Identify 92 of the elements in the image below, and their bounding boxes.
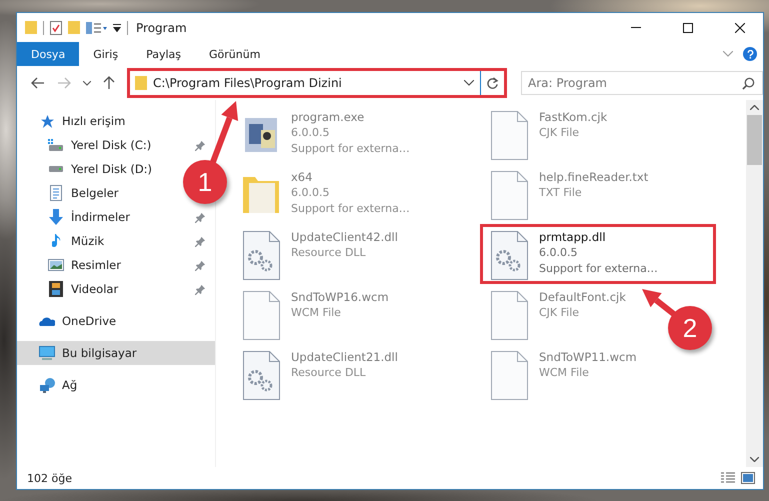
- chevron-icon[interactable]: [723, 51, 733, 57]
- close-icon: [735, 22, 745, 32]
- file-detail: WCM File: [291, 305, 341, 321]
- ribbon-tab[interactable]: Görünüm: [195, 42, 274, 66]
- network-icon: [40, 378, 54, 392]
- nav-item[interactable]: Yerel Disk (C:): [17, 133, 156, 157]
- pin-icon[interactable]: [195, 284, 206, 294]
- refresh-icon: [486, 76, 499, 90]
- nav-item[interactable]: Resimler: [17, 253, 125, 277]
- nav-item[interactable]: Belgeler: [17, 181, 123, 205]
- search-field[interactable]: Ara: Program: [521, 71, 763, 95]
- drive-icon: [49, 166, 63, 172]
- details-view-icon[interactable]: [721, 472, 735, 484]
- drive-icon: [48, 139, 64, 151]
- forward-arrow-icon: [57, 77, 71, 89]
- nav-item[interactable]: Müzik: [17, 229, 108, 253]
- ribbon-tab[interactable]: Giriş: [79, 42, 132, 66]
- back-arrow-icon: [31, 77, 45, 89]
- star-icon: [40, 114, 54, 128]
- address-bar[interactable]: C:\Program Files\Program Dizini: [129, 70, 505, 96]
- gear-file-icon: [242, 230, 280, 280]
- file-detail: Resource DLL: [291, 245, 366, 261]
- view-icon[interactable]: [86, 22, 107, 34]
- file-icon: [242, 290, 280, 340]
- cloud-icon: [39, 316, 55, 326]
- arrow: [210, 101, 238, 164]
- folder-icon: [135, 76, 147, 90]
- maximize-icon: [683, 22, 693, 32]
- ribbon-tab[interactable]: Dosya: [17, 42, 80, 66]
- file-detail: Support for externa…: [291, 141, 410, 157]
- pin-icon[interactable]: [195, 236, 206, 246]
- up-arrow-icon: [103, 76, 115, 90]
- file-detail: Support for externa…: [539, 261, 658, 277]
- monitor-icon: [39, 346, 55, 360]
- pin-icon[interactable]: [195, 212, 206, 222]
- file-detail: 6.0.0.5: [291, 185, 330, 201]
- file-detail: TXT File: [539, 185, 582, 201]
- tiles-view-icon[interactable]: [741, 472, 755, 484]
- properties-icon[interactable]: [50, 20, 62, 34]
- dropdown-icon[interactable]: [464, 80, 474, 86]
- chevron-icon: [83, 80, 91, 86]
- file-icon: [490, 110, 528, 160]
- file-icon: [490, 290, 528, 340]
- file-name: SndToWP16.wcm: [291, 289, 389, 305]
- file-name: x64: [291, 169, 312, 185]
- address-path: C:\Program Files\Program Dizini: [153, 76, 342, 90]
- file-detail: 6.0.0.5: [291, 125, 330, 141]
- file-name: UpdateClient42.dll: [291, 229, 398, 245]
- file-name: SndToWP11.wcm: [539, 349, 637, 365]
- file-detail: Support for externa…: [291, 201, 410, 217]
- caret-down-icon: [750, 457, 759, 462]
- pin-icon[interactable]: [195, 140, 206, 150]
- nav-item[interactable]: Ağ: [17, 373, 82, 397]
- nav-item[interactable]: İndirmeler: [17, 205, 134, 229]
- picture-icon: [48, 259, 64, 271]
- nav-item[interactable]: Videolar: [17, 277, 122, 301]
- gear-file-icon: [242, 350, 280, 400]
- scroll-thumb[interactable]: [747, 115, 762, 165]
- dropdown-icon[interactable]: [113, 24, 121, 32]
- nav-item[interactable]: OneDrive: [17, 309, 120, 333]
- nav-item[interactable]: Yerel Disk (D:): [17, 157, 156, 181]
- film-icon: [49, 281, 63, 297]
- file-detail: Resource DLL: [291, 365, 366, 381]
- caret-up-icon: [750, 105, 759, 110]
- music-note-icon: [52, 234, 60, 248]
- file-tile[interactable]: prmtapp.dll 6.0.0.5 Support for externa…: [480, 224, 716, 284]
- gear-file-icon: [490, 230, 528, 280]
- file-icon: [490, 350, 528, 400]
- search-icon: [742, 77, 755, 90]
- file-name: FastKom.cjk: [539, 109, 608, 125]
- help-icon[interactable]: [743, 47, 757, 61]
- file-detail: WCM File: [539, 365, 589, 381]
- item-count: 102 öğe: [27, 472, 72, 484]
- pin-icon[interactable]: [195, 260, 206, 270]
- minimize-icon: [631, 27, 641, 28]
- file-icon: [490, 170, 528, 220]
- ribbon-tab[interactable]: Paylaş: [132, 42, 195, 66]
- window-title: Program: [136, 20, 187, 34]
- file-name: program.exe: [291, 109, 364, 125]
- file-detail: CJK File: [539, 305, 580, 321]
- file-name: UpdateClient21.dll: [291, 349, 398, 365]
- file-name: prmtapp.dll: [539, 229, 606, 245]
- document-icon: [50, 185, 62, 201]
- file-detail: 6.0.0.5: [539, 245, 578, 261]
- file-name: help.fineReader.txt: [539, 169, 648, 185]
- download-icon: [49, 209, 63, 225]
- nav-item[interactable]: Hızlı erişim: [17, 109, 130, 133]
- file-name: DefaultFont.cjk: [539, 289, 626, 305]
- arrow: [642, 289, 677, 318]
- application-icon: [245, 118, 277, 152]
- folder-icon: [243, 177, 279, 213]
- file-detail: CJK File: [539, 125, 580, 141]
